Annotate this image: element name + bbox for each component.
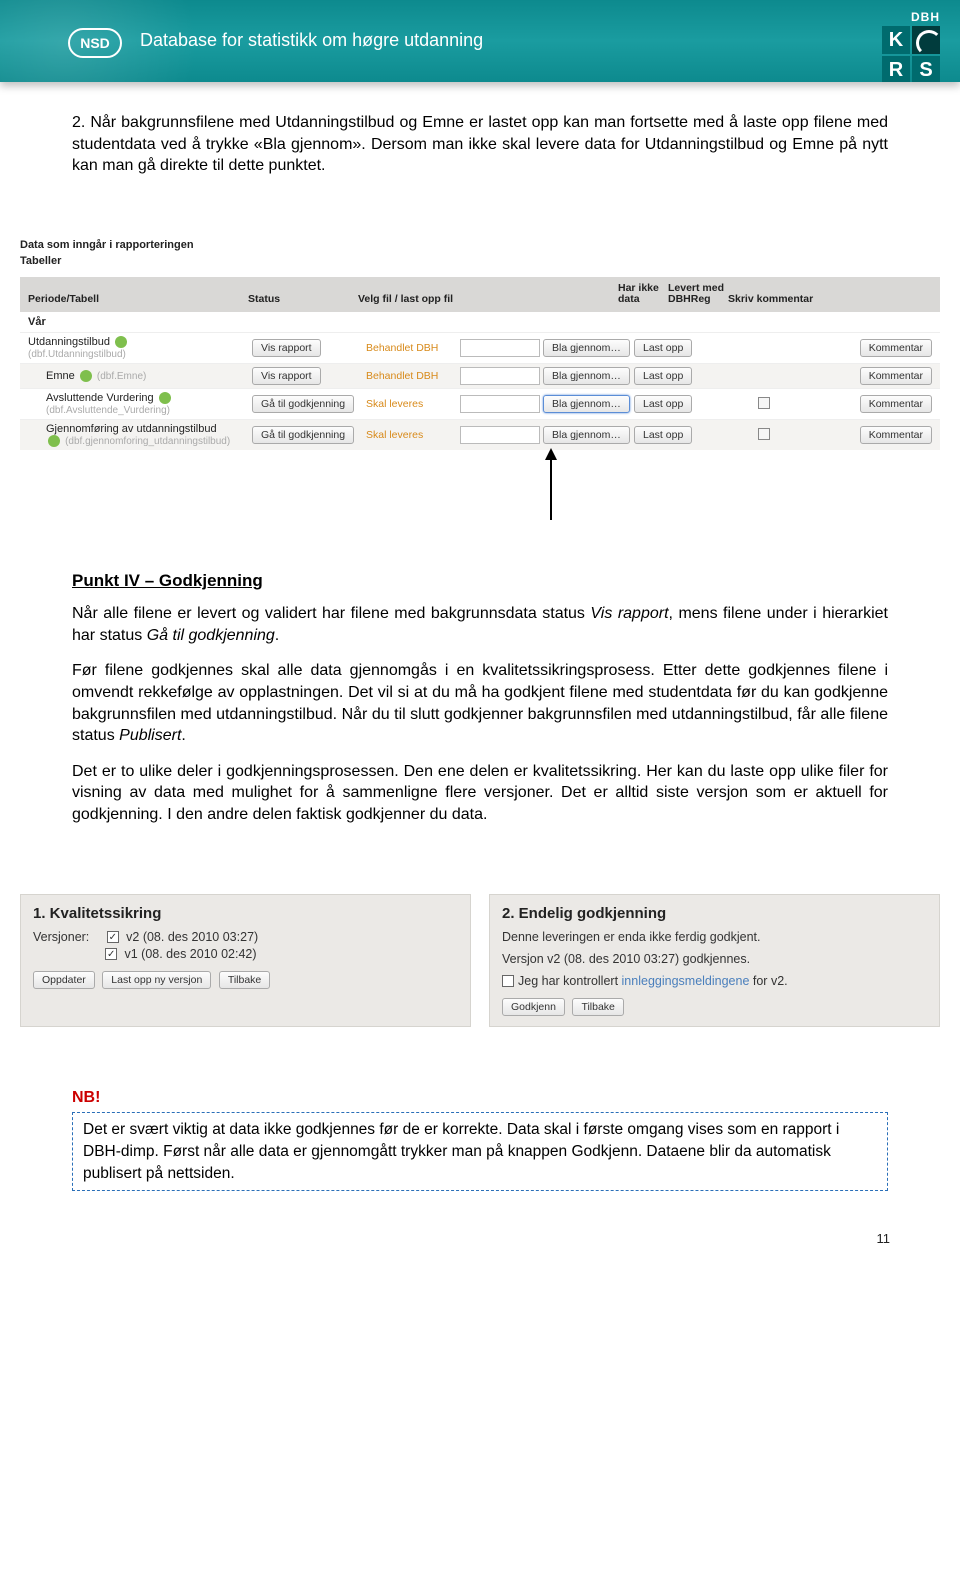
dbh-kurs-logo: DBH K R S: [882, 10, 940, 82]
section-vaar: Vår: [20, 312, 940, 332]
heading-punkt-iv: Punkt IV – Godkjenning: [72, 570, 888, 593]
row-name: Emne (dbf.Emne): [28, 370, 248, 382]
last-opp-ny-versjon-button[interactable]: Last opp ny versjon: [102, 971, 211, 989]
last-opp-button[interactable]: Last opp: [634, 367, 692, 385]
kontrollert-checkbox[interactable]: [502, 975, 514, 987]
file-input[interactable]: [460, 339, 540, 357]
paragraph-3: Før filene godkjennes skal alle data gje…: [72, 660, 888, 746]
godkjenn-button[interactable]: Godkjenn: [502, 998, 565, 1016]
col-status: Status: [248, 294, 358, 306]
dbh-label: DBH: [882, 10, 940, 24]
version-checkbox[interactable]: [107, 931, 119, 943]
nsd-logo: NSD: [68, 28, 122, 58]
kommentar-button[interactable]: Kommentar: [860, 367, 932, 385]
status-dot-icon: [80, 370, 92, 382]
kvalitetssikring-panel: 1. Kvalitetssikring Versjoner: v2 (08. d…: [20, 894, 471, 1027]
table-subtitle: Tabeller: [20, 255, 940, 267]
status-text: Behandlet DBH: [366, 342, 456, 354]
row-name: Gjennomføring av utdanningstilbud (dbf.g…: [28, 423, 248, 447]
kurs-u-icon: [912, 26, 940, 54]
versjoner-label: Versjoner:: [33, 930, 89, 944]
bla-gjennom-button[interactable]: Bla gjennom…: [543, 426, 630, 444]
page-banner: NSD Database for statistikk om høgre utd…: [0, 0, 960, 82]
vis-rapport-button[interactable]: Vis rapport: [252, 367, 321, 385]
last-opp-button[interactable]: Last opp: [634, 426, 692, 444]
bla-gjennom-button[interactable]: Bla gjennom…: [543, 339, 630, 357]
nb-label: NB!: [72, 1087, 888, 1109]
file-input[interactable]: [460, 426, 540, 444]
status-dot-icon: [48, 435, 60, 447]
col-kommentar: Skriv kommentar: [728, 294, 932, 306]
table-row: Gjennomføring av utdanningstilbud (dbf.g…: [20, 419, 940, 450]
page-number: 11: [0, 1231, 960, 1254]
kurs-k: K: [882, 26, 910, 54]
row-name: Avsluttende Vurdering (dbf.Avsluttende_V…: [28, 392, 248, 416]
embedded-table-screenshot: Data som inngår i rapporteringen Tabelle…: [0, 239, 960, 530]
annotation-arrow: [550, 450, 940, 530]
table-header-row: Periode/Tabell Status Velg fil / last op…: [20, 277, 940, 312]
row-name: Utdanningstilbud (dbf.Utdanningstilbud): [28, 336, 248, 360]
embedded-panels-screenshot: 1. Kvalitetssikring Versjoner: v2 (08. d…: [0, 894, 960, 1027]
status-text: Behandlet DBH: [366, 370, 456, 382]
status-text: Skal leveres: [366, 398, 456, 410]
bla-gjennom-button[interactable]: Bla gjennom…: [543, 395, 630, 413]
version-v1: v1 (08. des 2010 02:42): [124, 947, 256, 961]
panel-title: 2. Endelig godkjenning: [502, 905, 927, 922]
panel-line: Denne leveringen er enda ikke ferdig god…: [502, 930, 927, 944]
status-dot-icon: [115, 336, 127, 348]
last-opp-button[interactable]: Last opp: [634, 339, 692, 357]
paragraph-4: Det er to ulike deler i godkjenningspros…: [72, 761, 888, 826]
col-levert: Levert med DBHReg: [668, 283, 728, 306]
innleggingsmeldingene-link[interactable]: innleggingsmeldingene: [622, 974, 750, 988]
oppdater-button[interactable]: Oppdater: [33, 971, 95, 989]
table-row: Emne (dbf.Emne) Vis rapport Behandlet DB…: [20, 363, 940, 388]
paragraph-1: 2. Når bakgrunnsfilene med Utdanningstil…: [72, 112, 888, 177]
version-v2: v2 (08. des 2010 03:27): [126, 930, 258, 944]
table-row: Avsluttende Vurdering (dbf.Avsluttende_V…: [20, 388, 940, 419]
file-input[interactable]: [460, 367, 540, 385]
kommentar-button[interactable]: Kommentar: [860, 339, 932, 357]
panel-line: Versjon v2 (08. des 2010 03:27) godkjenn…: [502, 952, 927, 966]
kurs-r: R: [882, 56, 910, 82]
col-harikke: Har ikke data: [618, 283, 668, 306]
table-title: Data som inngår i rapporteringen: [20, 239, 940, 251]
file-input[interactable]: [460, 395, 540, 413]
kurs-s: S: [912, 56, 940, 82]
status-text: Skal leveres: [366, 429, 456, 441]
bla-gjennom-button[interactable]: Bla gjennom…: [543, 367, 630, 385]
nb-highlight-box: Det er svært viktig at data ikke godkjen…: [72, 1112, 888, 1191]
last-opp-button[interactable]: Last opp: [634, 395, 692, 413]
panel-line: for v2.: [749, 974, 787, 988]
banner-title: Database for statistikk om høgre utdanni…: [140, 30, 483, 51]
status-dot-icon: [159, 392, 171, 404]
kommentar-button[interactable]: Kommentar: [860, 426, 932, 444]
gaa-til-godkjenning-button[interactable]: Gå til godkjenning: [252, 426, 354, 444]
gaa-til-godkjenning-button[interactable]: Gå til godkjenning: [252, 395, 354, 413]
kommentar-button[interactable]: Kommentar: [860, 395, 932, 413]
panel-line: Jeg har kontrollert: [518, 974, 622, 988]
panel-title: 1. Kvalitetssikring: [33, 905, 458, 922]
endelig-godkjenning-panel: 2. Endelig godkjenning Denne leveringen …: [489, 894, 940, 1027]
tilbake-button[interactable]: Tilbake: [572, 998, 623, 1016]
col-velgfil: Velg fil / last opp fil: [358, 294, 618, 306]
col-periode: Periode/Tabell: [28, 294, 248, 306]
tilbake-button[interactable]: Tilbake: [219, 971, 270, 989]
har-ikke-data-checkbox[interactable]: [758, 428, 770, 440]
har-ikke-data-checkbox[interactable]: [758, 397, 770, 409]
table-row: Utdanningstilbud (dbf.Utdanningstilbud) …: [20, 332, 940, 363]
version-checkbox[interactable]: [105, 948, 117, 960]
paragraph-2: Når alle filene er levert og validert ha…: [72, 603, 888, 646]
vis-rapport-button[interactable]: Vis rapport: [252, 339, 321, 357]
